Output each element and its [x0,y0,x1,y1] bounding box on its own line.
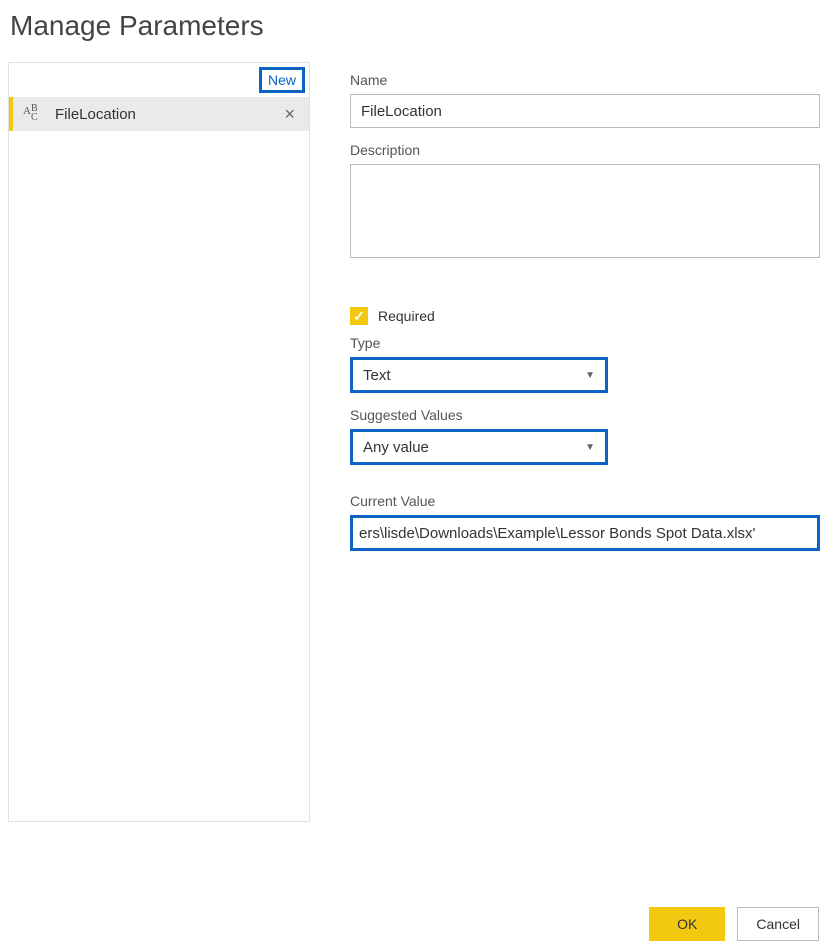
abc-type-icon: ABC [23,105,43,123]
required-checkbox[interactable]: ✓ [350,307,368,325]
parameter-list-panel: New ABC FileLocation × [8,62,310,822]
required-label: Required [378,308,435,324]
chevron-down-icon: ▼ [585,370,595,381]
type-label: Type [350,335,823,351]
suggested-values-label: Suggested Values [350,407,823,423]
suggested-values-dropdown[interactable]: Any value ▼ [350,429,608,465]
parameter-item-name: FileLocation [55,106,280,123]
type-dropdown-value: Text [363,367,391,384]
cancel-button[interactable]: Cancel [737,907,819,941]
description-label: Description [350,142,823,158]
description-textarea[interactable] [350,164,820,258]
dialog-button-bar: OK Cancel [649,907,819,941]
ok-button[interactable]: OK [649,907,725,941]
new-parameter-button[interactable]: New [259,67,305,93]
name-input[interactable] [350,94,820,128]
dialog-title: Manage Parameters [10,10,823,42]
delete-parameter-icon[interactable]: × [280,105,299,123]
name-label: Name [350,72,823,88]
current-value-input[interactable] [350,515,820,551]
type-dropdown[interactable]: Text ▼ [350,357,608,393]
current-value-label: Current Value [350,493,823,509]
parameter-form-panel: Name Description ✓ Required Type Text ▼ … [350,62,823,822]
main-container: New ABC FileLocation × Name Description … [8,62,823,822]
chevron-down-icon: ▼ [585,442,595,453]
parameter-list-item[interactable]: ABC FileLocation × [9,97,309,131]
suggested-values-dropdown-value: Any value [363,439,429,456]
